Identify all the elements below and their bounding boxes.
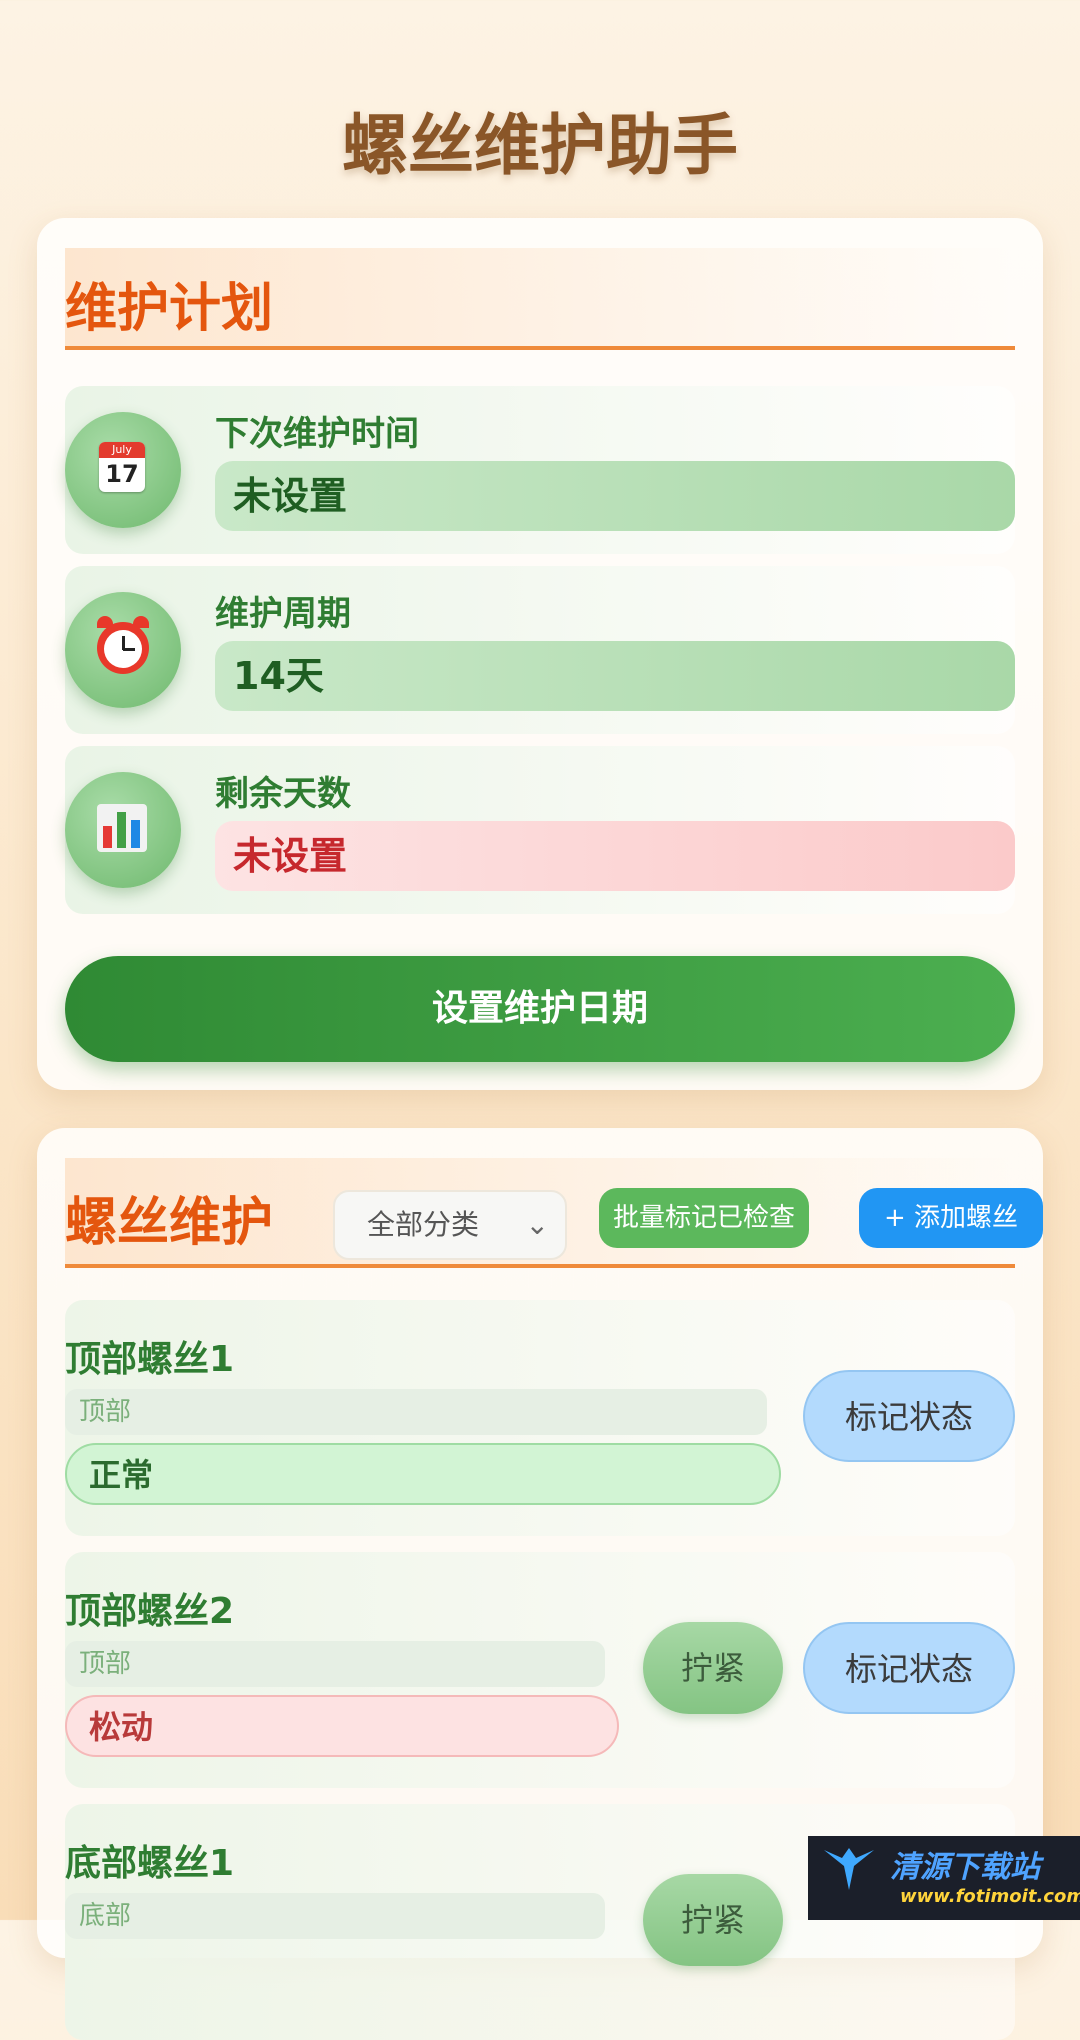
next-maintenance-label: 下次维护时间	[215, 414, 419, 454]
next-maintenance-value: 未设置	[215, 461, 1015, 531]
alarm-clock-icon	[97, 616, 149, 674]
next-maintenance-row: July 17 下次维护时间 未设置	[65, 386, 1015, 554]
screw-category: 底部	[65, 1893, 605, 1939]
remaining-days-row: 剩余天数 未设置	[65, 746, 1015, 914]
screw-category: 顶部	[65, 1641, 605, 1687]
screw-status-badge: 松动	[65, 1695, 619, 1757]
screw-category: 顶部	[65, 1389, 767, 1435]
screw-name: 顶部螺丝2	[65, 1591, 235, 1632]
watermark-logo: 清源下载站 www.fotimoit.com	[808, 1836, 1080, 1920]
screw-item: 顶部螺丝1 顶部 正常 标记状态	[65, 1300, 1015, 1536]
mark-status-button[interactable]: 标记状态	[803, 1622, 1015, 1714]
category-filter-value: 全部分类	[367, 1208, 480, 1241]
screw-status-badge: 正常	[65, 1443, 781, 1505]
maintenance-cycle-label: 维护周期	[215, 594, 351, 634]
chevron-down-icon: ⌄	[525, 1208, 549, 1241]
remaining-days-value: 未设置	[215, 821, 1015, 891]
category-filter-select[interactable]: 全部分类 ⌄	[333, 1190, 567, 1260]
add-screw-button[interactable]: + 添加螺丝	[859, 1188, 1043, 1248]
remaining-days-label: 剩余天数	[215, 774, 351, 814]
calendar-icon: July 17	[99, 442, 145, 492]
watermark-text: 清源下载站	[890, 1850, 1040, 1885]
tighten-button[interactable]: 拧紧	[643, 1622, 783, 1714]
mark-status-button[interactable]: 标记状态	[803, 1370, 1015, 1462]
maintenance-plan-card: 维护计划 July 17 下次维护时间 未设置 维护周期 14天 剩余天数 未设…	[37, 218, 1043, 1090]
batch-mark-checked-button[interactable]: 批量标记已检查	[599, 1188, 809, 1248]
watermark-url: www.fotimoit.com	[900, 1886, 1080, 1907]
screw-card-header: 螺丝维护 全部分类 ⌄ 批量标记已检查 + 添加螺丝	[65, 1158, 1043, 1268]
screw-item: 顶部螺丝2 顶部 松动 拧紧 标记状态	[65, 1552, 1015, 1788]
screw-maintenance-card: 螺丝维护 全部分类 ⌄ 批量标记已检查 + 添加螺丝 顶部螺丝1 顶部 正常 标…	[37, 1128, 1043, 2040]
plan-card-header: 维护计划	[65, 248, 1015, 350]
tighten-button[interactable]: 拧紧	[643, 1874, 783, 1966]
plan-card-title: 维护计划	[65, 279, 274, 339]
alarm-clock-icon-badge	[65, 592, 181, 708]
calendar-icon-badge: July 17	[65, 412, 181, 528]
bar-chart-icon	[97, 804, 147, 852]
screw-name: 顶部螺丝1	[65, 1339, 235, 1380]
set-maintenance-date-button[interactable]: 设置维护日期	[65, 956, 1015, 1062]
maintenance-cycle-value: 14天	[215, 641, 1015, 711]
maintenance-cycle-row: 维护周期 14天	[65, 566, 1015, 734]
screw-name: 底部螺丝1	[65, 1843, 235, 1884]
screw-card-title: 螺丝维护	[65, 1193, 274, 1253]
bar-chart-icon-badge	[65, 772, 181, 888]
page-title: 螺丝维护助手	[342, 107, 738, 184]
download-site-logo-icon	[824, 1848, 874, 1890]
